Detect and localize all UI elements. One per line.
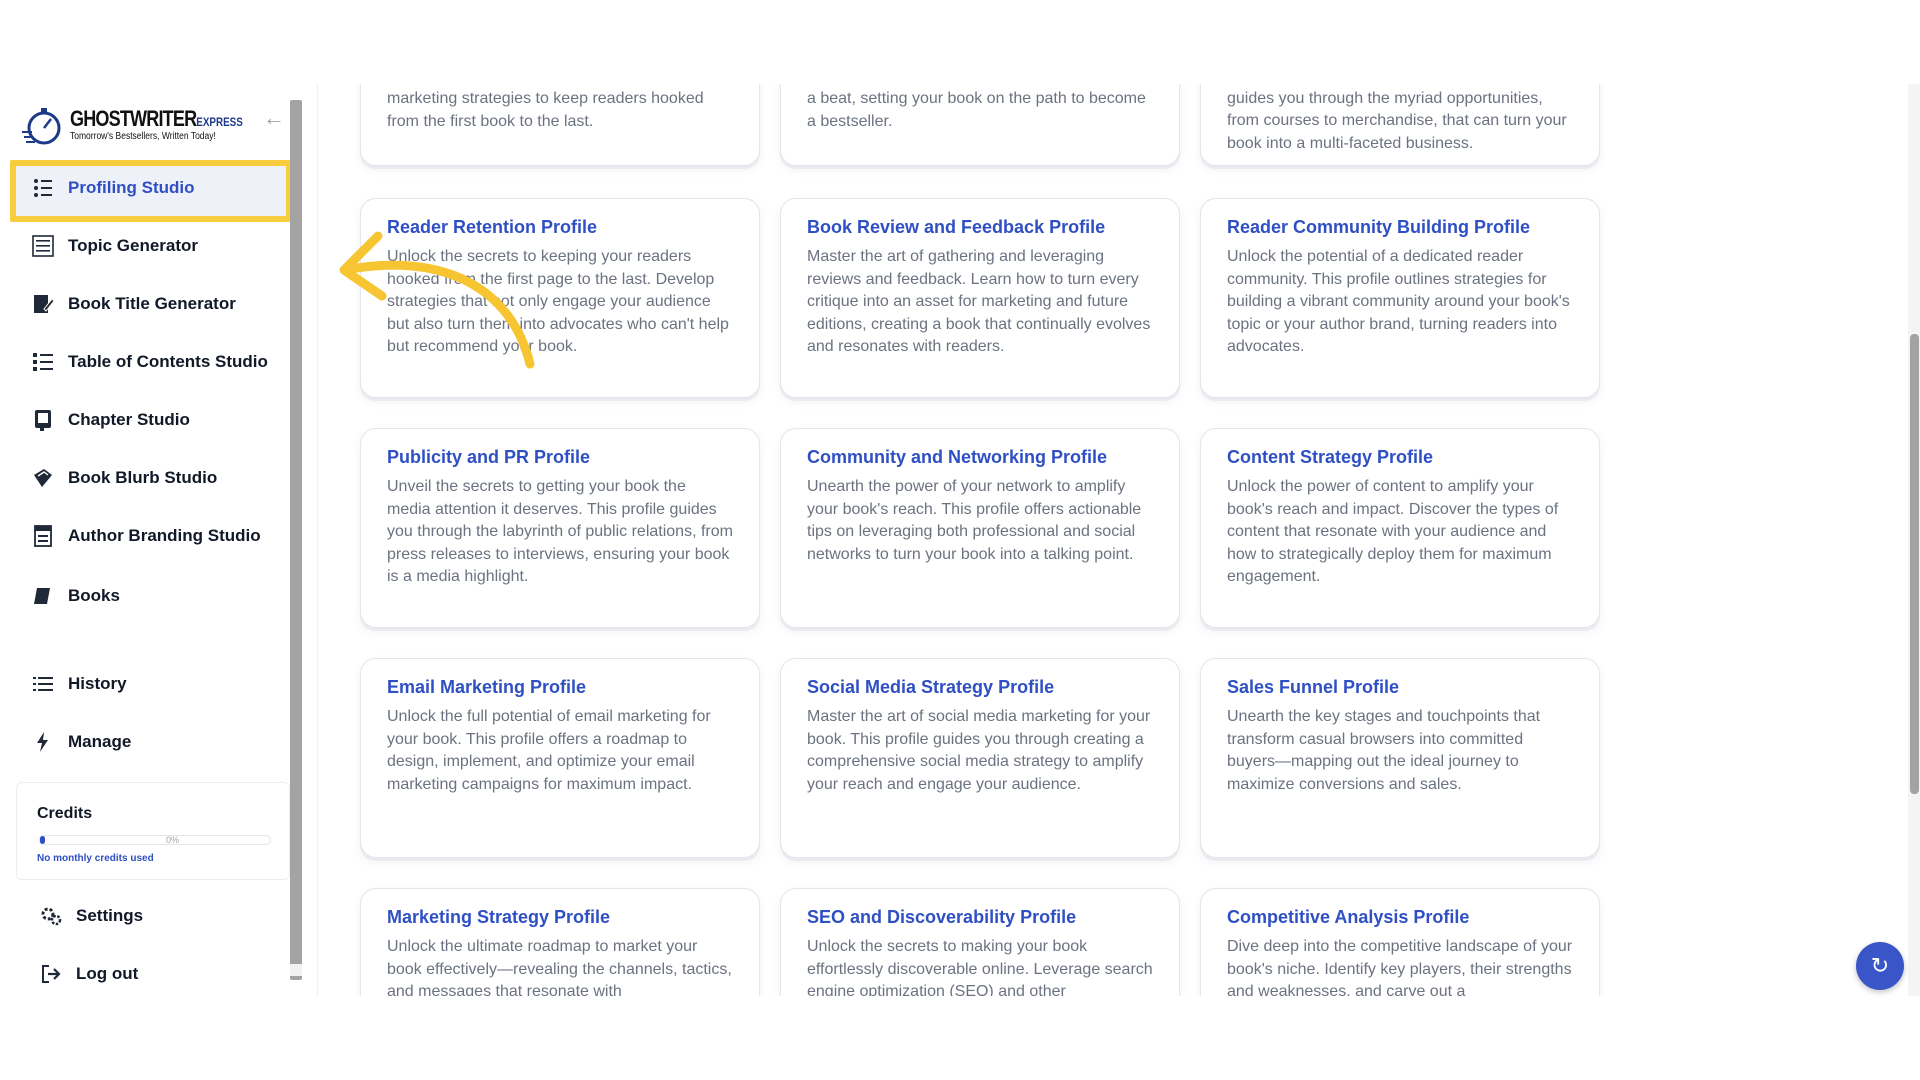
- list-board-icon: [32, 235, 54, 257]
- card-description: Unlock the ultimate roadmap to market yo…: [387, 938, 732, 996]
- sidebar-item-label: Table of Contents Studio: [68, 352, 268, 371]
- card-title: Sales Funnel Profile: [1227, 677, 1400, 697]
- profile-card-competitive-analysis-profile[interactable]: Competitive Analysis Profile Dive deep in…: [1200, 888, 1600, 996]
- book-edit-icon: [32, 293, 54, 315]
- sidebar: GHOSTWRITEREXPRESS Tomorrow's Bestseller…: [0, 84, 318, 996]
- sidebar-item-label: Profiling Studio: [68, 178, 195, 197]
- profile-card-partial[interactable]: a beat, setting your book on the path to…: [780, 84, 1180, 166]
- blurb-book-icon: [32, 467, 54, 489]
- page-scrollbar-thumb[interactable]: [1910, 334, 1919, 794]
- app-viewport: GHOSTWRITEREXPRESS Tomorrow's Bestseller…: [0, 84, 1920, 996]
- sidebar-item-label: Author Branding Studio: [68, 526, 261, 545]
- sidebar-scrollbar[interactable]: [290, 100, 302, 980]
- chapter-book-icon: [32, 409, 54, 431]
- profile-card-reader-community-building-profile[interactable]: Reader Community Building Profile Unlock …: [1200, 198, 1600, 398]
- credits-note[interactable]: No monthly credits used: [37, 853, 154, 864]
- sidebar-item-label: Book Title Generator: [68, 294, 236, 313]
- profile-card-email-marketing-profile[interactable]: Email Marketing Profile Unlock the full p…: [360, 658, 760, 858]
- credits-panel: Credits 0% No monthly credits used: [16, 782, 290, 880]
- card-title: Reader Community Building Profile: [1227, 217, 1531, 237]
- sidebar-item-label: Topic Generator: [68, 236, 199, 255]
- card-description: a beat, setting your book on the path to…: [807, 90, 1146, 130]
- card-description: Dive deep into the competitive landscape…: [1227, 938, 1573, 996]
- sidebar-item-log-out[interactable]: Log out: [10, 952, 278, 996]
- sidebar-item-topic-generator[interactable]: Topic Generator: [10, 224, 278, 268]
- sidebar-item-manage[interactable]: Manage: [10, 720, 278, 764]
- page-scrollbar[interactable]: [1908, 84, 1920, 996]
- card-description: Unlock the secrets to keeping your reade…: [387, 248, 729, 355]
- card-title: Content Strategy Profile: [1227, 447, 1434, 467]
- profile-card-book-review-and-feedback-profile[interactable]: Book Review and Feedback Profile Master t…: [780, 198, 1180, 398]
- card-description: Unearth the key stages and touchpoints t…: [1227, 708, 1541, 793]
- profile-list-icon: [32, 177, 54, 199]
- sidebar-item-label: Books: [68, 586, 120, 605]
- profile-card-seo-and-discoverability-profile[interactable]: SEO and Discoverability Profile Unlock th…: [780, 888, 1180, 996]
- book-icon: [32, 585, 54, 607]
- logout-icon: [40, 963, 62, 985]
- card-title: Email Marketing Profile: [387, 677, 587, 697]
- sidebar-item-books[interactable]: Books: [10, 574, 278, 618]
- sidebar-item-label: Chapter Studio: [68, 410, 190, 429]
- credits-progress-fill: [40, 836, 45, 844]
- card-title: Social Media Strategy Profile: [807, 677, 1055, 697]
- card-title: Book Review and Feedback Profile: [807, 217, 1106, 237]
- sidebar-item-author-branding-studio[interactable]: Author Branding Studio: [10, 514, 278, 558]
- sidebar-item-table-of-contents-studio[interactable]: Table of Contents Studio: [10, 340, 278, 384]
- sidebar-item-label: Settings: [76, 906, 144, 925]
- card-description: Master the art of social media marketing…: [807, 708, 1151, 793]
- card-description: marketing strategies to keep readers hoo…: [387, 90, 704, 130]
- card-description: guides you through the myriad opportunit…: [1227, 89, 1567, 152]
- logo-name: GHOSTWRITEREXPRESS: [70, 106, 243, 131]
- gears-icon: [40, 905, 62, 927]
- refresh-chat-button[interactable]: ↻: [1856, 942, 1904, 990]
- bolt-icon: [32, 731, 54, 753]
- credits-percent: 0%: [166, 835, 180, 845]
- profile-card-sales-funnel-profile[interactable]: Sales Funnel Profile Unearth the key stag…: [1200, 658, 1600, 858]
- card-description: Unlock the secrets to making your book e…: [807, 938, 1153, 996]
- stopwatch-logo-icon: [20, 102, 66, 148]
- profile-card-partial[interactable]: marketing strategies to keep readers hoo…: [360, 84, 760, 166]
- sidebar-item-label: Manage: [68, 732, 132, 751]
- toc-list-icon: [32, 351, 54, 373]
- sidebar-item-label: Log out: [76, 964, 139, 983]
- profile-card-social-media-strategy-profile[interactable]: Social Media Strategy Profile Master the …: [780, 658, 1180, 858]
- sidebar-item-label: History: [68, 674, 127, 693]
- sidebar-scrollbar-end: [290, 964, 302, 976]
- collapse-sidebar-icon[interactable]: ←: [262, 106, 286, 130]
- logo-tagline: Tomorrow's Bestsellers, Written Today!: [70, 131, 216, 142]
- profile-card-marketing-strategy-profile[interactable]: Marketing Strategy Profile Unlock the ult…: [360, 888, 760, 996]
- profile-card-partial[interactable]: guides you through the myriad opportunit…: [1200, 84, 1600, 166]
- credits-progress-bar: 0%: [39, 835, 271, 845]
- profile-card-community-and-networking-profile[interactable]: Community and Networking Profile Unearth …: [780, 428, 1180, 628]
- sidebar-item-history[interactable]: History: [10, 662, 278, 706]
- credits-title: Credits: [37, 805, 93, 822]
- card-title: Marketing Strategy Profile: [387, 907, 611, 927]
- card-title: SEO and Discoverability Profile: [807, 907, 1077, 927]
- sidebar-item-book-blurb-studio[interactable]: Book Blurb Studio: [10, 456, 278, 500]
- profile-card-reader-retention-profile[interactable]: Reader Retention Profile Unlock the secre…: [360, 198, 760, 398]
- history-list-icon: [32, 673, 54, 695]
- card-description: Unlock the full potential of email marke…: [387, 708, 711, 793]
- card-description: Unlock the power of content to amplify y…: [1227, 478, 1559, 585]
- card-title: Publicity and PR Profile: [387, 447, 591, 467]
- card-title: Community and Networking Profile: [807, 447, 1108, 467]
- sidebar-item-book-title-generator[interactable]: Book Title Generator: [10, 282, 278, 326]
- card-description: Unveil the secrets to getting your book …: [387, 478, 733, 585]
- sidebar-item-settings[interactable]: Settings: [10, 894, 278, 938]
- profile-grid: marketing strategies to keep readers hoo…: [318, 84, 1908, 996]
- card-title: Competitive Analysis Profile: [1227, 907, 1470, 927]
- card-description: Master the art of gathering and leveragi…: [807, 248, 1151, 355]
- card-title: Reader Retention Profile: [387, 217, 598, 237]
- card-description: Unearth the power of your network to amp…: [807, 478, 1142, 563]
- sidebar-item-profiling-studio[interactable]: Profiling Studio: [10, 166, 278, 210]
- branding-icon: [32, 525, 54, 547]
- card-description: Unlock the potential of a dedicated read…: [1227, 248, 1570, 355]
- profile-card-publicity-and-pr-profile[interactable]: Publicity and PR Profile Unveil the secre…: [360, 428, 760, 628]
- logo[interactable]: GHOSTWRITEREXPRESS Tomorrow's Bestseller…: [20, 102, 281, 148]
- sidebar-item-chapter-studio[interactable]: Chapter Studio: [10, 398, 278, 442]
- sidebar-item-label: Book Blurb Studio: [68, 468, 218, 487]
- profile-card-content-strategy-profile[interactable]: Content Strategy Profile Unlock the power…: [1200, 428, 1600, 628]
- refresh-icon: ↻: [1870, 953, 1890, 978]
